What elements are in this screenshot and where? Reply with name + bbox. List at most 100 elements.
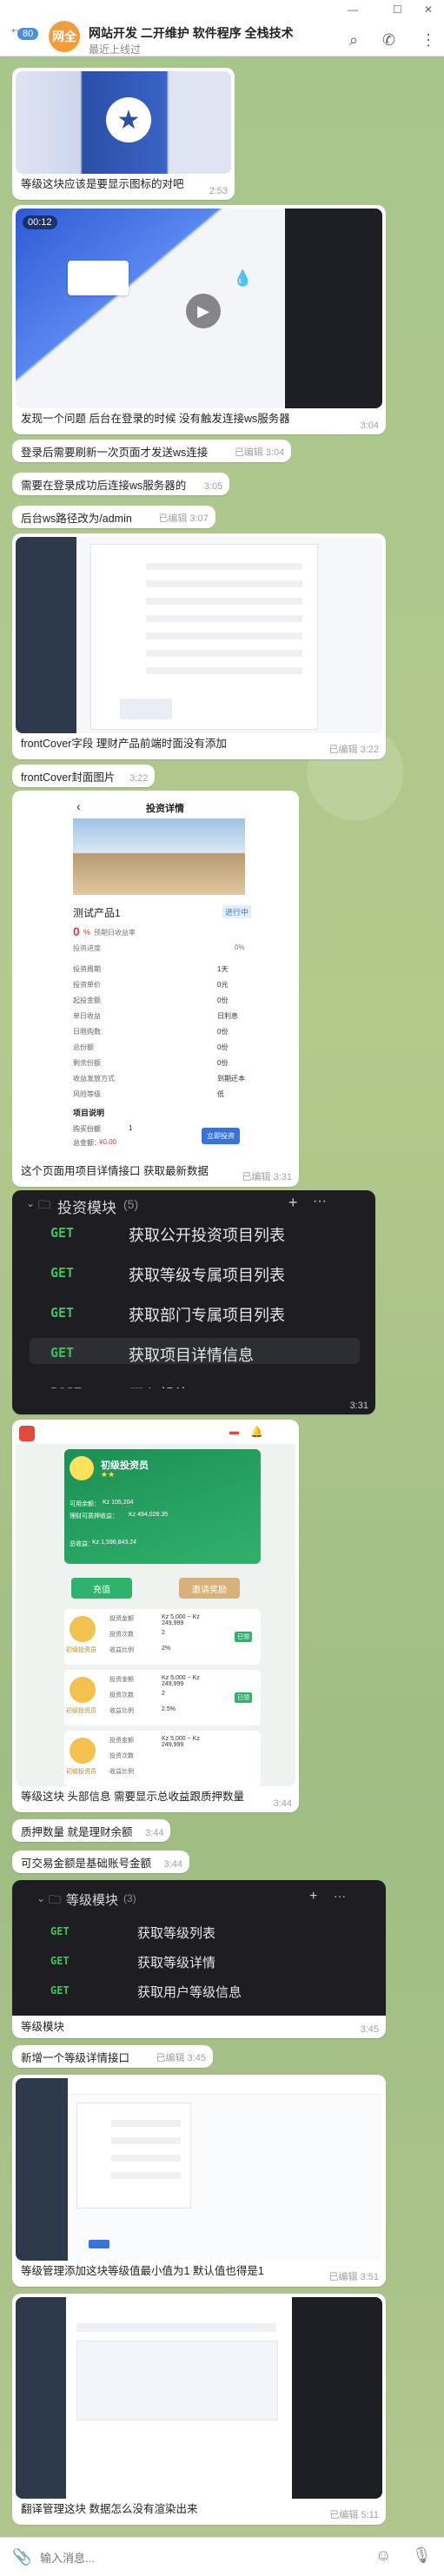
message-time: 3:44: [273, 1798, 292, 1809]
http-method-badge: GET: [50, 1955, 70, 1967]
message-image[interactable]: [16, 537, 382, 733]
info-row-value: 低: [217, 1090, 224, 1098]
message-time: 3:44: [163, 1859, 183, 1870]
play-icon[interactable]: ▶: [186, 294, 221, 328]
message-time: 已编辑 3:22: [328, 745, 379, 755]
buy-label: 购买份额: [73, 1125, 101, 1133]
chat-title: 网站开发 二开维护 软件程序 全栈技术: [89, 26, 294, 40]
status-badge: 进行中: [222, 905, 252, 918]
message-image[interactable]: ‹ 投资详情 测试产品1 进行中 0 % 预期日收益率 投资进度 0% 投资周期…: [16, 794, 295, 1159]
maximize-icon[interactable]: ☐: [393, 3, 402, 16]
info-row-value: 到期还本: [217, 1075, 245, 1083]
pledge-label: 理财可质押收益：: [70, 1513, 118, 1520]
api-endpoint-item[interactable]: 获取项目详情信息: [129, 1343, 254, 1366]
minimize-icon[interactable]: —: [348, 3, 358, 16]
total-label: 总金额：: [73, 1139, 101, 1147]
message-input[interactable]: [38, 2546, 355, 2569]
message-text: 这个页面用项目详情接口 获取最新数据: [21, 1165, 209, 1177]
message-time: 已编辑 3:45: [156, 2053, 207, 2063]
message-text: 发现一个问题 后台在登录的时候 没有触发连接ws服务器: [21, 413, 290, 425]
message-time: 3:05: [203, 481, 223, 492]
api-endpoint-item[interactable]: 获取用户等级信息: [137, 1983, 242, 2001]
message-image[interactable]: ▬ 🔔 初级投资员 ★★ 可用余额： Kz 105,204 理财可质押收益： K…: [16, 1423, 295, 1786]
message-image[interactable]: [16, 2078, 382, 2261]
info-row-value: 0份: [217, 1043, 229, 1051]
message-bubble: 💧 00:12 ▶ 发现一个问题 后台在登录的时候 没有触发连接ws服务器 3:…: [12, 205, 386, 434]
status-badge: 已领: [235, 1692, 252, 1703]
http-method-badge: GET: [50, 1225, 75, 1241]
info-row-label: 总份额: [73, 1043, 94, 1051]
message-time: 3:44: [145, 1828, 164, 1838]
chat-status: 最近上线过: [89, 43, 142, 56]
quantity-stepper[interactable]: 1: [129, 1124, 132, 1132]
message-text: 可交易金额是基础账号金额: [21, 1858, 152, 1870]
message-text: 翻译管理这块 数据怎么没有渲染出来: [21, 2503, 198, 2515]
message-bubble: frontCover封面图片 3:22: [12, 765, 156, 787]
progress-label: 投资进度: [73, 944, 101, 952]
info-row-value: 0份: [217, 1028, 229, 1036]
api-endpoint-item[interactable]: 获取等级列表: [137, 1924, 215, 1942]
message-image[interactable]: [16, 2297, 382, 2499]
close-icon[interactable]: ✕: [424, 3, 433, 16]
level-card-label: 投资次数: [109, 1632, 134, 1638]
message-image[interactable]: ⌄ 🗀 等级模块 (3) + ··· GET 获取等级列表 GET 获取等级详情 GET…: [16, 1884, 382, 2012]
phone-icon[interactable]: ✆: [382, 31, 395, 50]
level-badge-icon: [70, 1677, 96, 1703]
message-image[interactable]: ⌄ 🗀 投资模块 (5) + ··· GET 获取公开投资项目列表 GET 获取等级专…: [16, 1194, 372, 1388]
microphone-icon[interactable]: 🎙: [412, 2546, 432, 2565]
message-time: 已编辑 3:51: [328, 2272, 379, 2282]
more-icon[interactable]: ···: [334, 1889, 346, 1903]
api-endpoint-item[interactable]: 获取等级专属项目列表: [129, 1263, 285, 1286]
search-icon[interactable]: ⌕: [349, 31, 358, 50]
api-endpoint-item[interactable]: 获取部门专属项目列表: [129, 1303, 285, 1326]
invest-button[interactable]: 立即投资: [202, 1128, 240, 1144]
message-image[interactable]: ★: [16, 71, 231, 174]
flag-icon: ▬: [229, 1427, 239, 1437]
level-card-value: Kz 5,000 ~ Kz 249,999: [162, 1614, 200, 1626]
message-time: 2:53: [209, 186, 228, 196]
message-bubble: 可交易金额是基础账号金额 3:44: [12, 1851, 190, 1873]
status-badge: 已领: [235, 1632, 252, 1642]
message-bubble: 需要在登录成功后连接ws服务器的 3:05: [12, 473, 230, 495]
message-text: 等级这块 头部信息 需要显示总收益跟质押数量: [21, 1791, 244, 1803]
level-card-label: 收益比例: [109, 1708, 134, 1714]
message-text: 需要在登录成功后连接ws服务器的: [21, 480, 187, 492]
http-method-badge: GET: [50, 1925, 70, 1937]
video-thumbnail[interactable]: 💧 00:12 ▶: [16, 209, 382, 408]
message-bubble: ★ 等级这块应该是要显示图标的对吧 2:53: [12, 68, 235, 200]
message-time: 已编辑 3:07: [158, 513, 209, 524]
attach-icon[interactable]: 📎: [12, 2548, 31, 2566]
api-endpoint-item[interactable]: 获取等级详情: [137, 1953, 215, 1971]
message-bubble: ⌄ 🗀 投资模块 (5) + ··· GET 获取公开投资项目列表 GET 获取等级专…: [12, 1190, 375, 1414]
module-count: (3): [123, 1892, 136, 1904]
more-menu-icon[interactable]: ⋮: [421, 31, 436, 50]
add-icon[interactable]: +: [309, 1889, 317, 1904]
level-card-label: 投资金额: [109, 1677, 134, 1683]
recharge-button[interactable]: 充值: [71, 1578, 132, 1599]
message-text: 等级这块应该是要显示图标的对吧: [21, 178, 184, 190]
info-row-value: 0元: [217, 981, 229, 989]
video-duration: 00:12: [23, 215, 57, 229]
unread-badge: 80: [17, 28, 39, 40]
invite-button[interactable]: 邀请奖励: [179, 1578, 240, 1599]
add-icon[interactable]: +: [288, 1194, 298, 1212]
message-time: 3:45: [360, 2024, 379, 2035]
logo-icon: [19, 1426, 35, 1441]
folder-icon: 🗀: [49, 1892, 61, 1906]
message-text: frontCover封面图片: [21, 771, 116, 784]
total-income-label: 总收益：: [70, 1541, 94, 1547]
info-row-label: 日限购数: [73, 1028, 101, 1036]
emoji-icon[interactable]: ☺: [375, 2546, 391, 2565]
balance-value: Kz 105,204: [103, 1500, 134, 1506]
pledge-value: Kz 494,028.35: [129, 1512, 169, 1518]
api-endpoint-item[interactable]: 买入投资: [129, 1383, 191, 1388]
message-text: 新增一个等级详情接口: [21, 2052, 130, 2064]
level-card-label: 投资次数: [109, 1692, 134, 1699]
more-icon[interactable]: ···: [313, 1194, 327, 1209]
http-method-badge: POST: [50, 1385, 82, 1388]
avatar[interactable]: 网全: [49, 21, 80, 52]
http-method-badge: GET: [50, 1265, 75, 1281]
api-endpoint-item[interactable]: 获取公开投资项目列表: [129, 1223, 285, 1246]
level-badge-icon: [70, 1456, 94, 1480]
message-text: 登录后需要刷新一次页面才发送ws连接: [21, 447, 209, 459]
